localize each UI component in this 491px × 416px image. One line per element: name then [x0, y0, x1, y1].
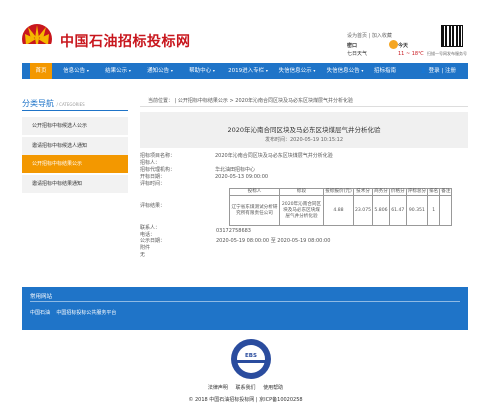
field-period-value: 2020-05-19 08:00:00 至 2020-05-19 08:00:0…	[216, 238, 331, 244]
breadcrumb-item-category[interactable]: 公开招标中标结果公示	[178, 98, 228, 104]
article-title: 2020年沁南合同区块及马必东区块煤层气井分析化验	[227, 126, 381, 134]
chevron-down-icon: ▾	[128, 68, 131, 73]
field-result-label: 评标结果：	[140, 203, 166, 209]
result-table: 投标人 标段 投标报价(元) 技术分 商务分 价格分 评标总分 排名 备注 辽宁…	[229, 188, 453, 226]
footer-links-panel: 常用网站 中国石油 中国招标投标公共服务平台	[22, 287, 468, 330]
table-cell-section: 2020年沁南合同区块及马必东区块煤层气井分析化验	[279, 195, 324, 226]
table-cell-rank: 1	[427, 195, 441, 226]
table-cell-business-score: 5.806	[372, 195, 390, 226]
table-cell-price-score: 61.47	[388, 195, 407, 226]
table-header: 备注	[439, 188, 453, 196]
nav-item-guide[interactable]: 招标指南	[370, 63, 400, 79]
site-header: 中国石油招标投标网 设为首页 | 加入收藏 密口 七日天气 今天 11 ~ 18…	[0, 0, 491, 62]
ebs-badge-inner	[237, 345, 265, 373]
copyright: © 2018 中国石油招标投标网 | 京ICP备10020258	[188, 397, 303, 403]
nav-item-dishonesty-publicity[interactable]: 失信信息公示 ▾	[274, 63, 320, 79]
field-evaluation-time: 评标时间：	[140, 181, 166, 187]
sidebar-item-invite-results[interactable]: 邀请招标中标结果通知	[22, 175, 128, 193]
chevron-down-icon: ▾	[313, 68, 316, 73]
sidebar-title: 分类导航 / CATEGORIES	[22, 99, 85, 108]
nav-item-results[interactable]: 结果公示 ▾	[98, 63, 138, 79]
table-header: 商务分	[372, 188, 390, 196]
breadcrumb-label: 当前位置：	[148, 98, 174, 104]
footer-heading: 常用网站	[30, 294, 53, 300]
add-favorite-link[interactable]: 加入收藏	[372, 33, 392, 39]
petrochina-logo-icon[interactable]	[20, 20, 54, 54]
chevron-down-icon: ▾	[265, 68, 268, 73]
table-header: 标段	[279, 188, 324, 196]
main-nav: 首页 信息公告 ▾ 结果公示 ▾ 通知公告 ▾ 帮助中心 ▾ 2019进入专栏 …	[22, 63, 468, 79]
sidebar-item-invite-candidates[interactable]: 邀请招标中标候选人通知	[22, 137, 128, 155]
top-links: 设为首页 | 加入收藏	[347, 33, 392, 39]
breadcrumb-sep: |	[174, 98, 177, 104]
chevron-down-icon: ▾	[361, 68, 364, 73]
table-row: 辽宁省东煤测试分析研究所有限责任公司 2020年沁南合同区块及马必东区块煤层气井…	[229, 195, 453, 226]
field-project-name: 招标项目名称： 2020年沁南合同区块及马必东区块煤层气井分析化验	[140, 153, 333, 159]
field-contact: 联系人：	[140, 225, 161, 231]
chevron-down-icon: ▾	[86, 68, 89, 73]
table-header: 价格分	[388, 188, 407, 196]
weather-today-label: 今天	[398, 43, 409, 49]
sun-icon	[389, 40, 398, 49]
field-tenderer: 招标人：	[140, 160, 161, 166]
help-link[interactable]: 使用帮助	[263, 385, 283, 391]
weather-temperature: 11 ~ 18℃	[398, 51, 424, 57]
table-header: 技术分	[352, 188, 374, 196]
ebs-badge-bar	[235, 360, 267, 363]
breadcrumb-item-current: 2020年沁南合同区块及马必东区块煤层气井分析化验	[235, 98, 354, 104]
field-attachment-value: 无	[140, 252, 146, 258]
footer-divider	[30, 301, 460, 302]
breadcrumb-sep: >	[229, 98, 234, 104]
contact-link[interactable]: 联系我们	[235, 385, 255, 391]
table-cell-remark	[439, 195, 453, 226]
field-attachment: 附件	[140, 245, 151, 251]
breadcrumb: 当前位置： | 公开招标中标结果公示 > 2020年沁南合同区块及马必东区块煤层…	[140, 95, 468, 107]
table-header: 排名	[427, 188, 441, 196]
table-cell-tech-score: 23.075	[352, 195, 374, 226]
table-header: 投标报价(元)	[323, 188, 354, 196]
table-header: 评标总分	[405, 188, 429, 196]
qr-code-icon	[441, 25, 463, 47]
bottom-links: 法律声明 联系我们 使用帮助	[0, 384, 491, 391]
nav-item-help[interactable]: 帮助中心 ▾	[182, 63, 222, 79]
site-title[interactable]: 中国石油招标投标网	[60, 31, 191, 51]
ebs-badge-icon[interactable]: EBS	[231, 339, 271, 379]
city-weather-link[interactable]: 七日天气	[347, 50, 367, 58]
table-header: 投标人	[229, 188, 280, 196]
field-period: 公示日期：	[140, 238, 166, 244]
sidebar-divider	[22, 110, 128, 111]
set-homepage-link[interactable]: 设为首页	[347, 33, 367, 39]
footer-link-cnpc[interactable]: 中国石油	[30, 310, 50, 316]
ebs-badge-text: EBS	[245, 353, 257, 359]
nav-item-2019-column[interactable]: 2019进入专栏 ▾	[224, 63, 272, 79]
nav-item-home[interactable]: 首页	[30, 63, 52, 79]
nav-item-dishonesty-notices[interactable]: 失信信息公告 ▾	[322, 63, 368, 79]
nav-item-info[interactable]: 信息公告 ▾	[56, 63, 96, 79]
nav-item-notices[interactable]: 通知公告 ▾	[140, 63, 180, 79]
field-opening-date: 开标日期： 2020-05-13 09:00:00	[140, 174, 269, 180]
table-header-row: 投标人 标段 投标报价(元) 技术分 商务分 价格分 评标总分 排名 备注	[229, 188, 453, 196]
user-icon: 👤	[420, 68, 427, 74]
footer-links: 中国石油 中国招标投标公共服务平台	[30, 309, 116, 316]
article-header: 2020年沁南合同区块及马必东区块煤层气井分析化验 发布时间：2020-05-1…	[140, 112, 468, 148]
publish-time: 发布时间：2020-05-19 10:15:12	[264, 137, 344, 143]
sidebar-item-open-candidates[interactable]: 公开招标中标候选人公示	[22, 117, 128, 135]
footer-link-public-service[interactable]: 中国招标投标公共服务平台	[56, 310, 116, 316]
weather-city: 密口 七日天气	[347, 42, 367, 58]
chevron-down-icon: ▾	[212, 68, 215, 73]
sidebar-item-open-results[interactable]: 公开招标中标结果公示	[22, 155, 128, 173]
chevron-down-icon: ▾	[170, 68, 173, 73]
table-cell-total-score: 90.351	[405, 195, 429, 226]
login-link[interactable]: 👤 登录 | 注册	[420, 63, 456, 79]
table-cell-price: 4.88	[323, 195, 354, 226]
field-agency: 招标代理机构： 华北油田招标中心	[140, 167, 256, 173]
city-name: 密口	[347, 43, 358, 49]
legal-link[interactable]: 法律声明	[208, 385, 228, 391]
field-phone-value: 03172758683	[216, 228, 251, 234]
qr-caption: 扫描一号网发布服务号	[427, 51, 467, 56]
table-cell-bidder: 辽宁省东煤测试分析研究所有限责任公司	[229, 195, 280, 226]
weather-today: 今天 11 ~ 18℃	[398, 42, 424, 58]
